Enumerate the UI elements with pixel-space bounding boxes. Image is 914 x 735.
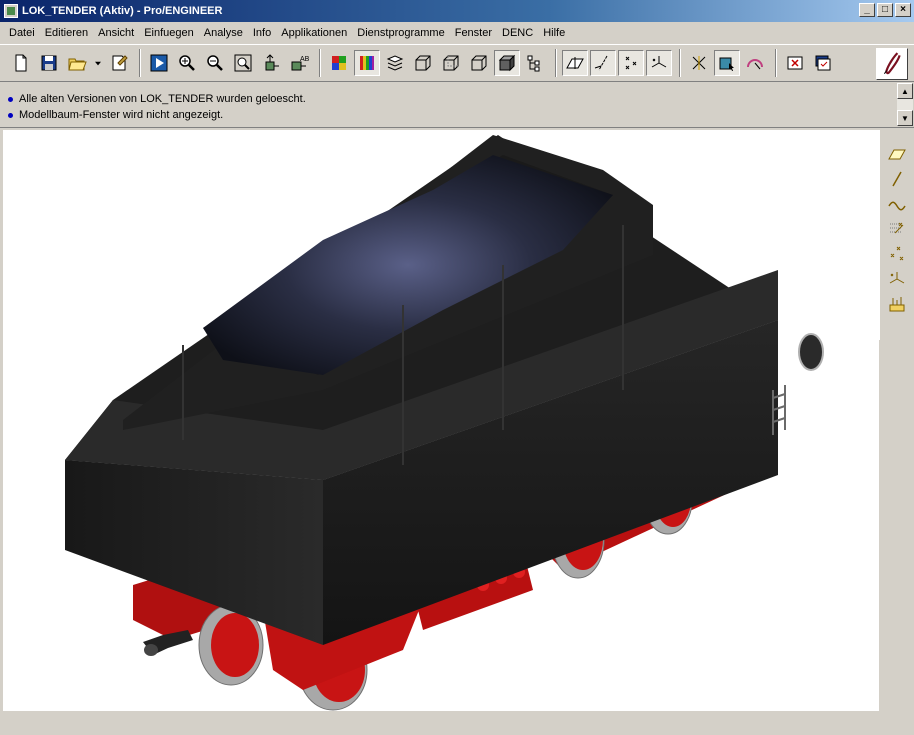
app-icon [4,4,18,18]
scroll-track[interactable] [897,99,913,110]
menu-fenster[interactable]: Fenster [450,27,497,39]
coord-systems-icon[interactable] [646,50,672,76]
wireframe-icon[interactable] [410,50,436,76]
menu-denc[interactable]: DENC [497,27,538,39]
datum-curve-tool-icon[interactable] [884,192,910,216]
svg-text:AB: AB [300,56,309,63]
tender-model[interactable] [3,130,879,711]
toolbar-separator [139,49,141,77]
spin-center-icon[interactable] [686,50,712,76]
menu-applikationen[interactable]: Applikationen [276,27,352,39]
menu-info[interactable]: Info [248,27,276,39]
shaded-icon[interactable] [494,50,520,76]
menu-bar: Datei Editieren Ansicht Einfuegen Analys… [0,22,914,44]
refit-icon[interactable] [230,50,256,76]
maximize-button[interactable]: □ [877,3,893,17]
message-scrollbar[interactable]: ▲ ▼ [897,83,914,128]
datum-axis-tool-icon[interactable] [884,167,910,191]
menu-dienstprogramme[interactable]: Dienstprogramme [352,27,449,39]
menu-datei[interactable]: Datei [4,27,40,39]
zoom-out-icon[interactable] [202,50,228,76]
zoom-in-icon[interactable] [174,50,200,76]
sketcher-icon[interactable] [742,50,768,76]
message-text: Alle alten Versionen von LOK_TENDER wurd… [19,93,306,105]
activate-window-icon[interactable] [810,50,836,76]
datum-axes-icon[interactable] [590,50,616,76]
erase-icon[interactable] [106,50,132,76]
layers-icon[interactable] [382,50,408,76]
analysis-feature-icon[interactable] [884,292,910,316]
model-tree-icon[interactable] [522,50,548,76]
toolbar-separator [555,49,557,77]
repaint-icon[interactable] [146,50,172,76]
datum-planes-icon[interactable] [562,50,588,76]
sketch-pencil-icon[interactable] [876,48,908,80]
scroll-down-icon[interactable]: ▼ [897,110,913,126]
window-controls: _ □ × [857,3,911,17]
hidden-line-icon[interactable] [438,50,464,76]
save-icon[interactable] [36,50,62,76]
coordinate-system-tool-icon[interactable] [884,267,910,291]
title-bar: LOK_TENDER (Aktiv) - Pro/ENGINEER _ □ × [0,0,914,22]
offset-point-tool-icon[interactable] [884,242,910,266]
window-title: LOK_TENDER (Aktiv) - Pro/ENGINEER [22,5,223,17]
menu-editieren[interactable]: Editieren [40,27,93,39]
toolbar-separator [319,49,321,77]
no-hidden-icon[interactable] [466,50,492,76]
message-bullet-icon [8,96,13,102]
message-line: Alle alten Versionen von LOK_TENDER wurd… [8,93,306,105]
close-button[interactable]: × [895,3,911,17]
message-text: Modellbaum-Fenster wird nicht angezeigt. [19,109,224,121]
datum-point-tool-icon[interactable] [884,217,910,241]
menu-einfuegen[interactable]: Einfuegen [139,27,199,39]
message-bullet-icon [8,112,13,118]
message-line: Modellbaum-Fenster wird nicht angezeigt. [8,109,223,121]
scroll-up-icon[interactable]: ▲ [897,83,913,99]
open-dropdown-icon[interactable] [92,50,104,76]
open-folder-icon[interactable] [64,50,90,76]
graphics-window[interactable] [3,130,879,711]
buffer [798,333,824,371]
message-area: Alle alten Versionen von LOK_TENDER wurd… [0,83,914,128]
toolbar-separator [775,49,777,77]
saved-views-icon[interactable]: AB [286,50,312,76]
datum-plane-tool-icon[interactable] [884,142,910,166]
menu-ansicht[interactable]: Ansicht [93,27,139,39]
color-scheme-icon[interactable] [326,50,352,76]
datum-toolbar [879,130,914,340]
orient-icon[interactable] [258,50,284,76]
select-icon[interactable] [714,50,740,76]
menu-analyse[interactable]: Analyse [199,27,248,39]
shading-colors-icon[interactable] [354,50,380,76]
toolbar-separator [679,49,681,77]
minimize-button[interactable]: _ [859,3,875,17]
close-window-icon[interactable] [782,50,808,76]
main-toolbar: AB [0,44,914,82]
new-file-icon[interactable] [8,50,34,76]
datum-points-icon[interactable] [618,50,644,76]
menu-hilfe[interactable]: Hilfe [538,27,570,39]
